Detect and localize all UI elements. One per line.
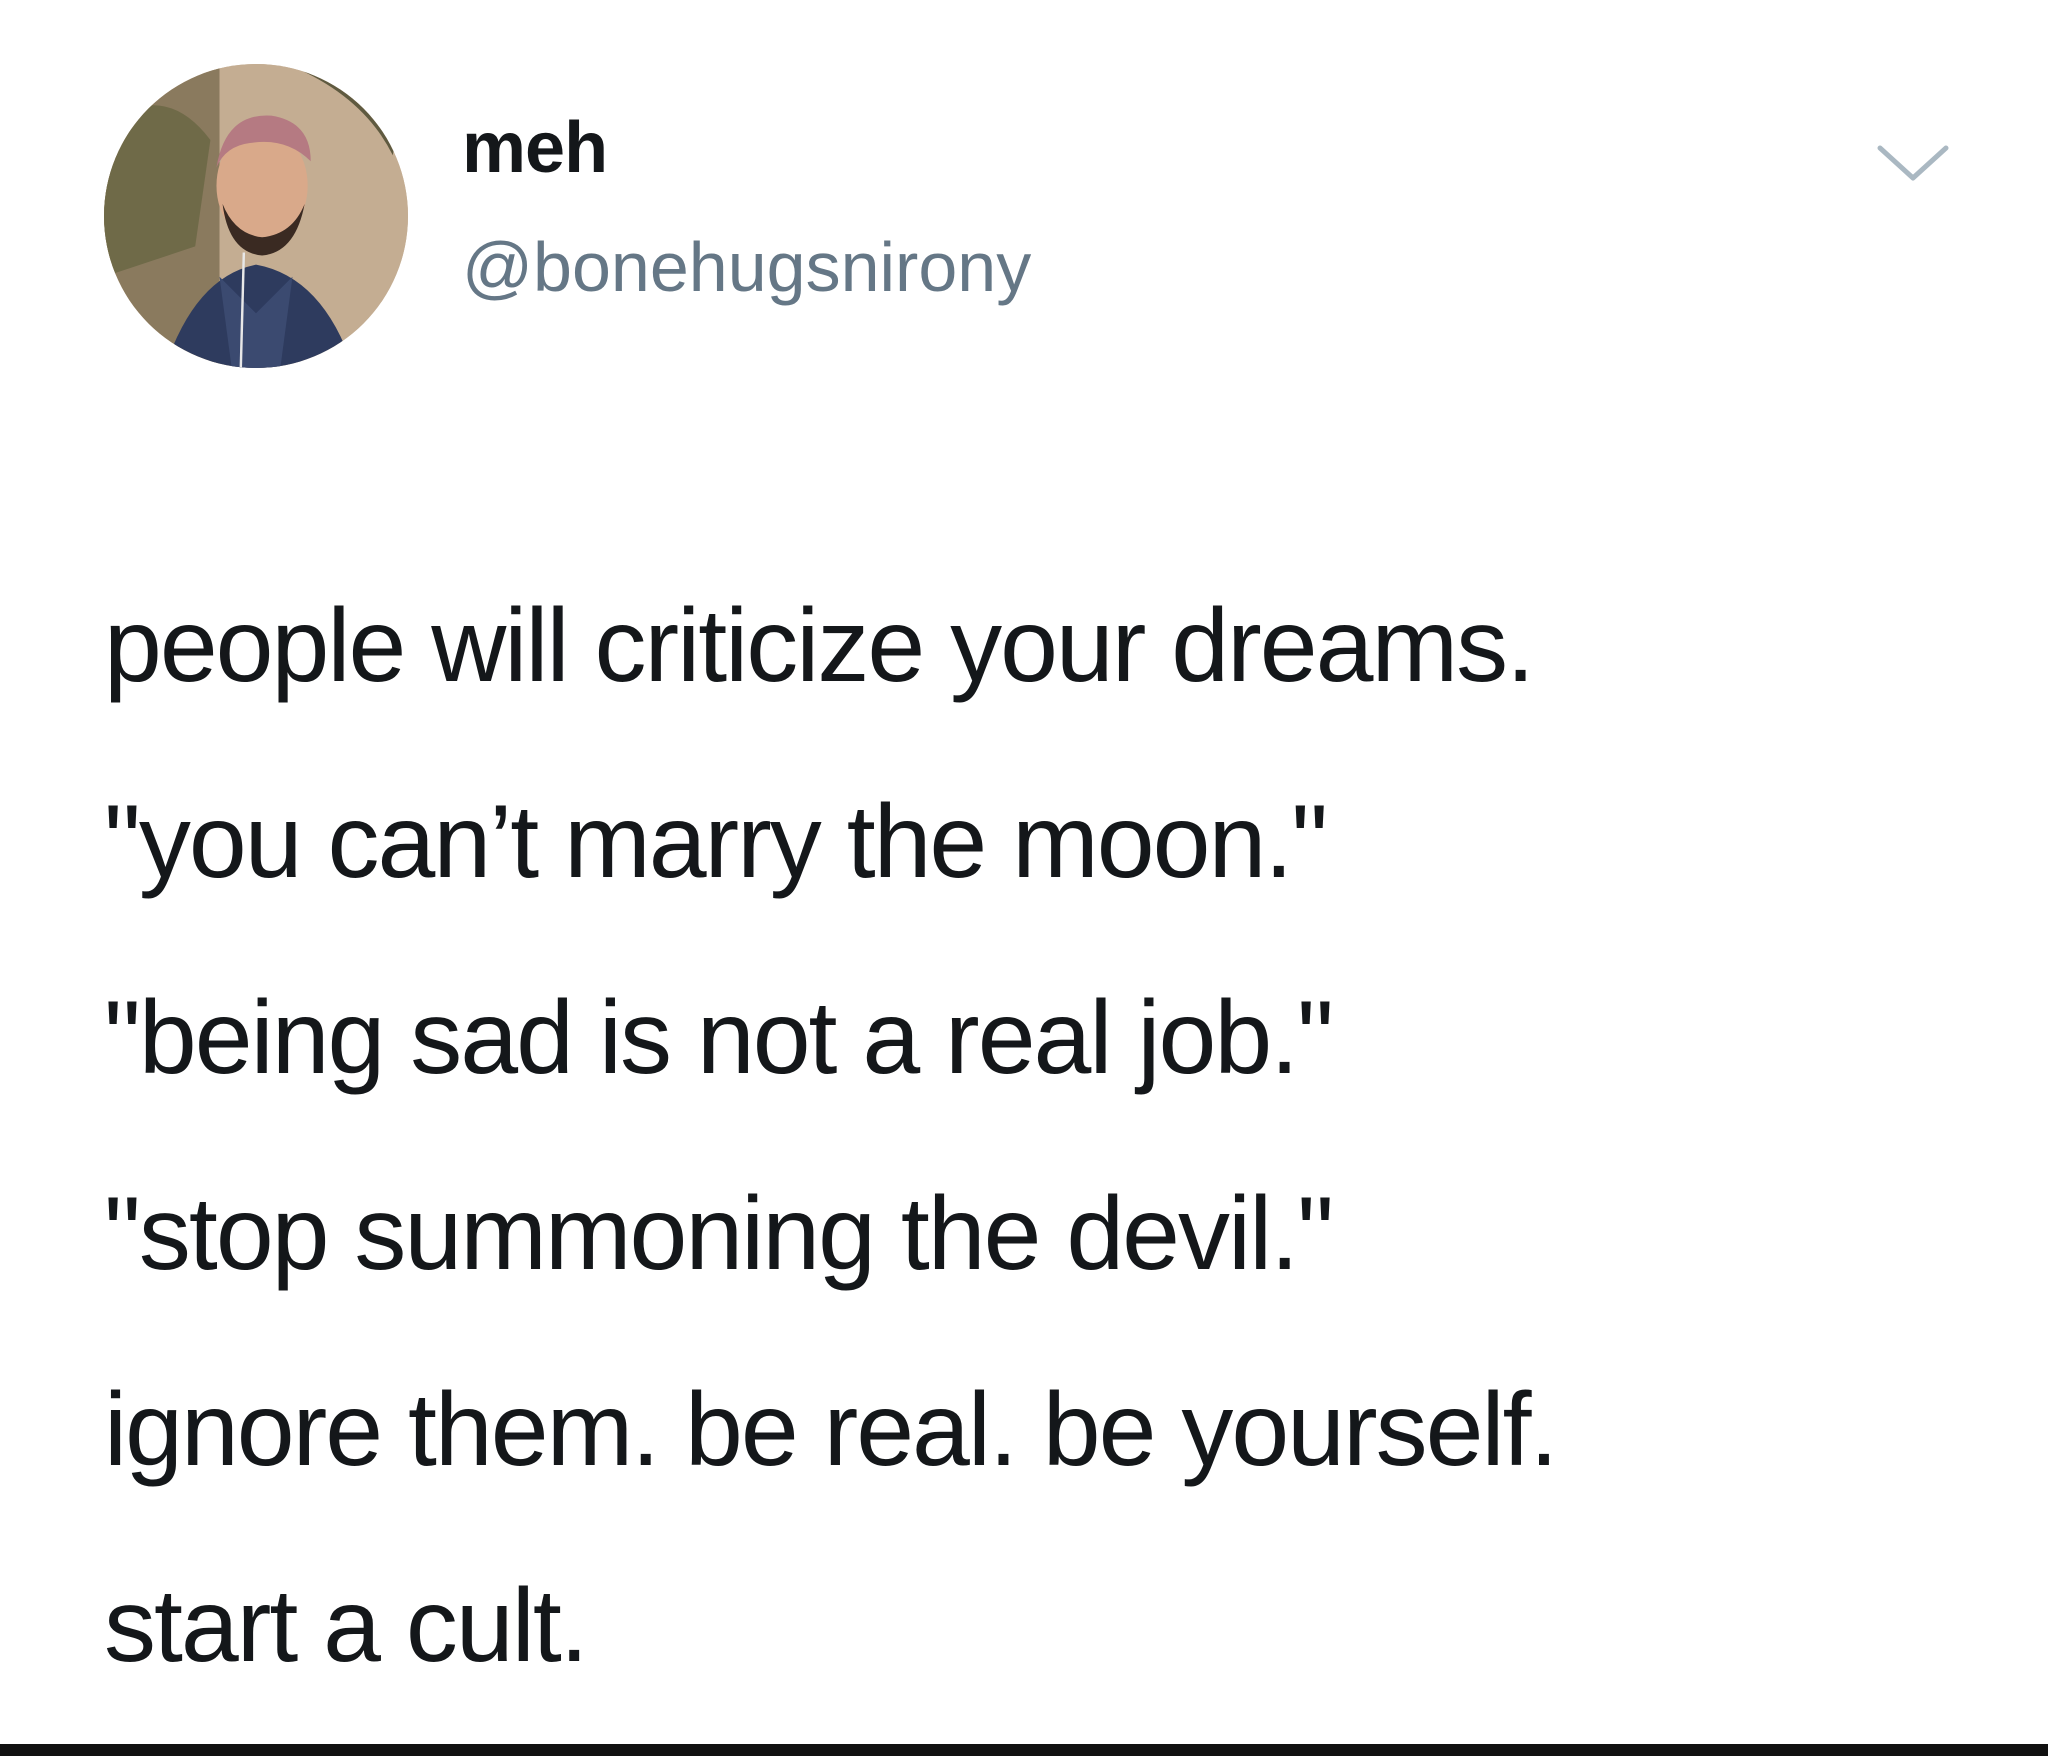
tweet-card: meh @bonehugsnirony people will criticiz… [0,0,2048,1744]
tweet-text-line: "being sad is not a real job." [104,980,1334,1096]
avatar[interactable] [104,64,408,368]
tweet-text: people will criticize your dreams. "you … [104,548,2004,1724]
tweet-menu-button[interactable] [1876,142,1950,184]
user-avatar-photo-icon [104,64,408,368]
tweet-text-line: start a cult. [104,1568,589,1684]
display-name[interactable]: meh [462,112,608,184]
tweet-text-line: "you can’t marry the moon." [104,784,1328,900]
tweet-text-line: people will criticize your dreams. [104,588,1535,704]
chevron-down-icon [1877,145,1949,181]
bottom-border [0,1744,2048,1756]
tweet-text-line: "stop summoning the devil." [104,1176,1334,1292]
user-handle[interactable]: @bonehugsnirony [462,232,1031,302]
tweet-text-line: ignore them. be real. be yourself. [104,1372,1558,1488]
